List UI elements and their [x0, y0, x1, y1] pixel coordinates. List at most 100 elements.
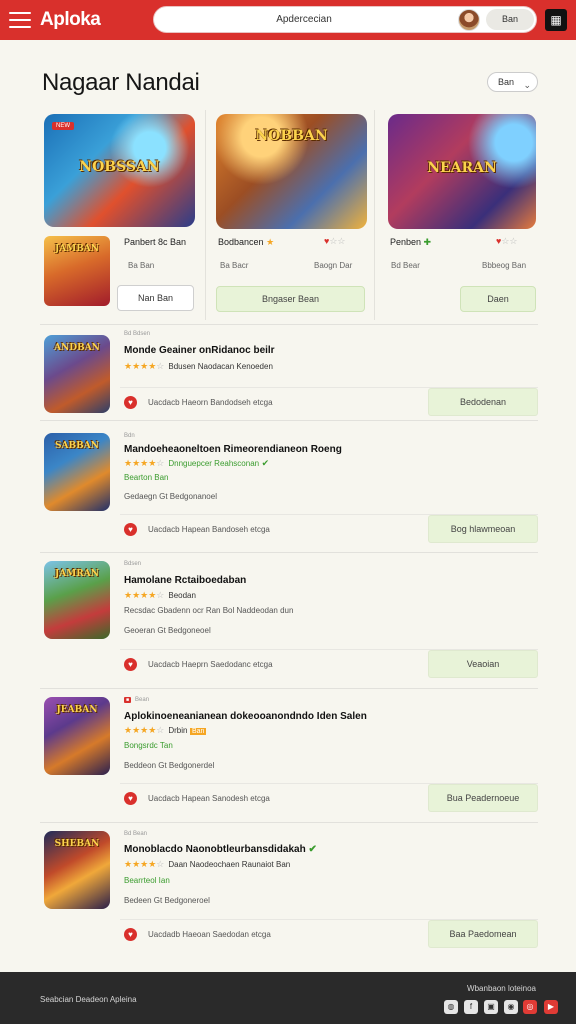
meta-text: Bedeen Gt Bedgoneroel — [124, 896, 210, 905]
game-thumbnail[interactable]: JAMRAN — [44, 561, 110, 639]
rating: ★★★★☆ Dnnguepcer Reahsconan ✔ — [124, 458, 270, 468]
genre-text: Bearton Ban — [124, 473, 169, 482]
sort-label: Ban — [498, 77, 515, 87]
game-thumbnail[interactable]: SABBAN — [44, 433, 110, 511]
action-button[interactable]: Baa Paedomean — [428, 920, 538, 948]
globe-icon[interactable]: ◍ — [444, 1000, 458, 1014]
featured-thumb-1[interactable]: JAMBAN — [44, 236, 110, 306]
heart-icon[interactable]: ♥ — [124, 396, 137, 409]
game-title[interactable]: Hamolane Rctaiboedaban — [124, 575, 246, 586]
featured-logo-3: NEARAN — [427, 160, 497, 176]
thumb-logo: ANDBAN — [54, 342, 100, 353]
star-icon: ★ — [266, 237, 275, 247]
featured-rating-2: ♥☆☆ — [324, 236, 345, 247]
category-tag: ■ Bean — [124, 697, 150, 703]
genre-text: Bongsrdc Tan — [124, 741, 173, 750]
footer-bar: Seabcian Deadeon Apleina Wbanbaon lotein… — [0, 972, 576, 1024]
featured-button-3[interactable]: Daen — [460, 286, 536, 312]
thumb-logo: JAMRAN — [55, 568, 99, 579]
game-title[interactable]: Aplokinoeneanianean dokeooanondndo Iden … — [124, 711, 367, 722]
game-thumbnail[interactable]: ANDBAN — [44, 335, 110, 413]
qr-code-icon[interactable]: ▦ — [545, 9, 567, 31]
brand-logo[interactable]: Aploka — [40, 9, 101, 31]
action-button[interactable]: Bog hlawmeoan — [428, 515, 538, 543]
heart-icon[interactable]: ♥ — [124, 792, 137, 805]
check-icon: ✚ — [423, 237, 432, 247]
list-item[interactable]: ANDBAN Bd Bdsen Monde Geainer onRidanoc … — [40, 324, 538, 420]
list-item[interactable]: SABBAN Bdn Mandoeheaoneltoen Rimeorendia… — [40, 420, 538, 552]
category-tag: Bd Bdsen — [124, 331, 151, 337]
thumb-logo: SHEBAN — [54, 838, 100, 849]
heart-icon[interactable]: ♥ — [124, 928, 137, 941]
item-footer: ♥ Uacdadb Haeoan Saedodan etcga Baa Paed… — [120, 919, 538, 949]
featured-title-3[interactable]: Penben ✚ — [390, 237, 431, 248]
meta-text: Beddeon Gt Bedgonerdel — [124, 761, 215, 770]
share-icon[interactable]: ▣ — [484, 1000, 498, 1014]
avatar[interactable] — [458, 9, 480, 31]
featured-meta-2: Ba Bacr — [220, 261, 249, 270]
description-text: Recsdac Gbadenn ocr Ran Bol Naddeodan du… — [124, 606, 294, 615]
game-thumbnail[interactable]: SHEBAN — [44, 831, 110, 909]
featured-title-2[interactable]: Bodbancen ★ — [218, 237, 274, 248]
game-title[interactable]: Monde Geainer onRidanoc beilr — [124, 345, 275, 356]
menu-icon[interactable] — [9, 12, 31, 28]
list-item[interactable]: JAMRAN Bdsen Hamolane Rctaiboedaban ★★★★… — [40, 552, 538, 688]
heart-icon[interactable]: ♥ — [124, 523, 137, 536]
featured-banner-3[interactable]: NEARAN — [388, 114, 536, 229]
game-thumbnail[interactable]: JEABAN — [44, 697, 110, 775]
action-button[interactable]: Bua Peadernoeue — [428, 784, 538, 812]
search-button[interactable]: Ban — [486, 9, 534, 30]
rating: ★★★★☆ Daan Naodeochaen Raunaiot Ban — [124, 859, 291, 869]
footer-text: Uacdadb Haeoan Saedodan etcga — [148, 930, 271, 939]
featured-banner-2[interactable]: NOBBAN — [216, 114, 367, 229]
star-icon: ★★★★ — [124, 725, 157, 735]
sort-dropdown[interactable]: Ban ⌄ — [487, 72, 538, 92]
featured-button-1[interactable]: Nan Ban — [117, 285, 194, 311]
category-tag: Bdn — [124, 433, 135, 439]
check-icon: ✔ — [261, 458, 270, 468]
check-icon: ✔ — [308, 844, 317, 855]
action-button[interactable]: Bedodenan — [428, 388, 538, 416]
thumb-logo-1: JAMBAN — [54, 244, 100, 255]
star-icon: ★★★★ — [124, 859, 157, 869]
featured-banner-1[interactable]: NOBSSAN NEW — [44, 114, 195, 227]
featured-button-2[interactable]: Bngaser Bean — [216, 286, 365, 312]
star-icon: ★★★★ — [124, 458, 157, 468]
star-icon: ☆☆ — [329, 236, 346, 246]
game-title[interactable]: Monoblacdo Naonobtleurbansdidakah ✔ — [124, 844, 317, 855]
top-bar: Aploka Apdercecian 5 Ban ▦ — [0, 0, 576, 40]
meta-text: Geoeran Gt Bedgoneoel — [124, 626, 211, 635]
category-tag: Bdsen — [124, 561, 142, 567]
featured-title-1[interactable]: Panbert 8c Ban — [124, 237, 186, 247]
badge: Ban — [190, 728, 207, 735]
featured-logo-1: NOBSSAN — [79, 159, 160, 176]
instagram-icon[interactable]: ◎ — [523, 1000, 537, 1014]
list-item[interactable]: JEABAN ■ Bean Aplokinoeneanianean dokeooa… — [40, 688, 538, 822]
facebook-icon[interactable]: f — [464, 1000, 478, 1014]
item-footer: ♥ Uacdacb Haeorn Bandodseh etcga Bedoden… — [120, 387, 538, 417]
featured-rating-3: ♥☆☆ — [496, 236, 517, 247]
thumb-logo: SABBAN — [55, 440, 99, 451]
star-icon: ★★★★ — [124, 361, 157, 371]
item-footer: ♥ Uacdacb Hapean Sanodesh etcga Bua Pead… — [120, 783, 538, 813]
star-icon: ☆ — [156, 725, 165, 735]
list-item[interactable]: SHEBAN Bd Bean Monoblacdo Naonobtleurban… — [40, 822, 538, 956]
divider — [374, 110, 375, 320]
star-icon: ☆ — [156, 458, 165, 468]
game-title[interactable]: Mandoeheaoneltoen Rimeorendianeon Roeng — [124, 444, 342, 455]
search-bar[interactable]: Apdercecian 5 Ban — [153, 6, 537, 33]
heart-icon[interactable]: ♥ — [124, 658, 137, 671]
featured-meta-3: Bd Bear — [391, 261, 420, 270]
chat-icon[interactable]: ◉ — [504, 1000, 518, 1014]
rating: ★★★★☆ Bdusen Naodacan Kenoeden — [124, 361, 273, 371]
youtube-icon[interactable]: ▶ — [544, 1000, 558, 1014]
genre-text: Bearrteol Ian — [124, 876, 170, 885]
footer-text: Uacdacb Haeorn Bandodseh etcga — [148, 398, 273, 407]
action-button[interactable]: Veaoian — [428, 650, 538, 678]
footer-links[interactable]: Wbanbaon loteinoa — [467, 984, 536, 993]
search-input[interactable]: Apdercecian — [154, 14, 454, 25]
star-icon: ☆☆ — [501, 236, 518, 246]
thumb-logo: JEABAN — [56, 704, 98, 715]
page-title: Nagaar Nandai — [42, 69, 200, 96]
star-icon: ☆ — [156, 859, 165, 869]
